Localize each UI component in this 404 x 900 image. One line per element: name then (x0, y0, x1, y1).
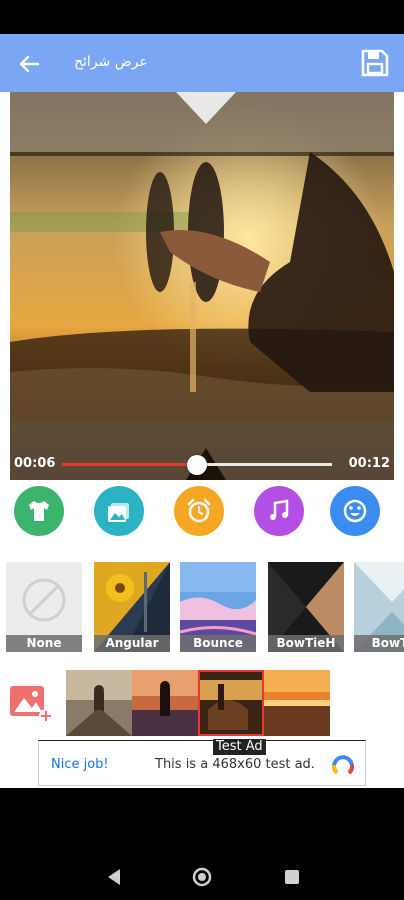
transition-label: Angular (94, 635, 170, 652)
transition-list: None Angular Bounce BowTieH BowTi (0, 560, 404, 656)
tool-bar (0, 486, 404, 546)
ad-banner[interactable]: Test Ad Nice job! This is a 468x60 test … (38, 739, 366, 786)
photo-thumbnail[interactable] (66, 670, 132, 736)
transition-bounce[interactable]: Bounce (180, 562, 256, 652)
nav-recents-icon[interactable] (281, 866, 303, 888)
ad-logo-icon[interactable] (331, 753, 355, 777)
transition-label: BowTi (354, 635, 404, 652)
alarm-clock-icon[interactable] (174, 486, 224, 536)
photo-thumbnail[interactable] (198, 670, 264, 736)
nav-home-icon[interactable] (191, 866, 213, 888)
save-icon[interactable] (360, 48, 390, 78)
transition-label: BowTieH (268, 635, 344, 652)
shirt-icon[interactable] (14, 486, 64, 536)
system-nav-bar (0, 788, 404, 900)
photo-strip (0, 670, 404, 736)
transition-label: Bounce (180, 635, 256, 652)
transition-none[interactable]: None (6, 562, 82, 652)
ad-tag: Test Ad (213, 739, 266, 755)
editor-content: 00:06 00:12 None Angular Bounce BowTieH … (0, 92, 404, 788)
transition-label: None (6, 635, 82, 652)
ad-body: This is a 468x60 test ad. (155, 757, 315, 772)
status-bar (0, 0, 404, 34)
ad-area: Test Ad Nice job! This is a 468x60 test … (0, 736, 404, 788)
gallery-icon[interactable] (94, 486, 144, 536)
add-photo-icon[interactable] (8, 680, 54, 726)
seek-bar[interactable] (62, 455, 332, 475)
music-note-icon[interactable] (254, 486, 304, 536)
photo-thumbnail[interactable] (264, 670, 330, 736)
seek-progress (62, 463, 197, 466)
transition-angular[interactable]: Angular (94, 562, 170, 652)
ad-headline[interactable]: Nice job! (51, 757, 109, 772)
seek-thumb[interactable] (187, 455, 207, 475)
total-time: 00:12 (348, 456, 390, 471)
app-bar: عرض شرائح (0, 34, 404, 92)
nav-back-icon[interactable] (104, 866, 126, 888)
page-title: عرض شرائح (74, 54, 148, 70)
photo-thumbnail[interactable] (132, 670, 198, 736)
smiley-icon[interactable] (330, 486, 380, 536)
arrow-back-icon[interactable] (14, 49, 44, 79)
video-preview[interactable]: 00:06 00:12 (10, 92, 394, 480)
current-time: 00:06 (14, 456, 56, 471)
transition-bowtiev[interactable]: BowTi (354, 562, 404, 652)
transition-bowtieh[interactable]: BowTieH (268, 562, 344, 652)
